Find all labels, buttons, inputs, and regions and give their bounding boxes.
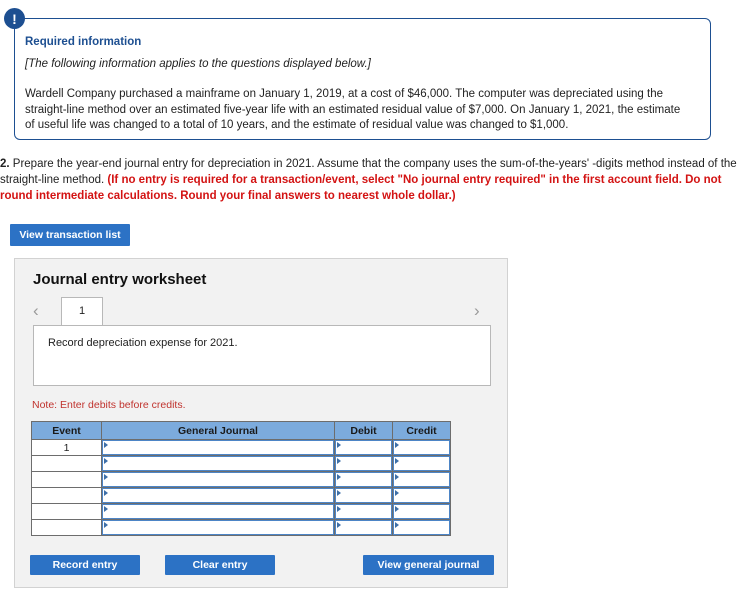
debit-input[interactable] <box>335 472 392 487</box>
chevron-right-icon[interactable]: › <box>474 301 480 321</box>
clear-entry-button[interactable]: Clear entry <box>165 555 275 575</box>
question-emphasis: (If no entry is required for a transacti… <box>0 174 722 202</box>
debit-input[interactable] <box>335 440 392 455</box>
credit-input-cell <box>392 503 451 520</box>
record-entry-button[interactable]: Record entry <box>30 555 140 575</box>
column-header-event: Event <box>31 421 102 440</box>
event-cell: 1 <box>31 439 102 456</box>
credit-input-cell <box>392 487 451 504</box>
debit-input[interactable] <box>335 456 392 471</box>
required-information-subtitle: [The following information applies to th… <box>25 58 371 70</box>
column-header-credit: Credit <box>392 421 451 440</box>
view-general-journal-button[interactable]: View general journal <box>363 555 494 575</box>
debit-input-cell <box>334 487 393 504</box>
credit-input[interactable] <box>393 456 450 471</box>
credit-input[interactable] <box>393 440 450 455</box>
debits-before-credits-note: Note: Enter debits before credits. <box>32 399 186 411</box>
credit-input-cell <box>392 519 451 536</box>
required-information-callout: ! Required information [The following in… <box>0 8 723 143</box>
debit-input[interactable] <box>335 520 392 535</box>
general-journal-input-cell <box>101 439 335 456</box>
required-information-title: Required information <box>25 36 142 48</box>
journal-entry-worksheet-panel: Journal entry worksheet ‹ 1 › Record dep… <box>14 258 508 588</box>
column-header-general-journal: General Journal <box>101 421 335 440</box>
table-row <box>31 503 451 520</box>
general-journal-input[interactable] <box>102 488 334 503</box>
credit-input[interactable] <box>393 472 450 487</box>
debit-input-cell <box>334 439 393 456</box>
exclamation-icon: ! <box>4 8 25 29</box>
debit-input-cell <box>334 503 393 520</box>
event-cell <box>31 471 102 488</box>
general-journal-input[interactable] <box>102 440 334 455</box>
table-row <box>31 487 451 504</box>
credit-input-cell <box>392 455 451 472</box>
question-text: 2. Prepare the year-end journal entry fo… <box>0 156 738 204</box>
table-row: 1 <box>31 439 451 456</box>
worksheet-tabs-row: ‹ 1 › <box>15 297 509 325</box>
general-journal-input-cell <box>101 519 335 536</box>
general-journal-input[interactable] <box>102 456 334 471</box>
table-row <box>31 455 451 472</box>
general-journal-input-cell <box>101 503 335 520</box>
credit-input-cell <box>392 471 451 488</box>
worksheet-title: Journal entry worksheet <box>33 271 207 288</box>
debit-input[interactable] <box>335 488 392 503</box>
general-journal-input-cell <box>101 455 335 472</box>
table-header-row: Event General Journal Debit Credit <box>31 421 451 440</box>
worksheet-description-box: Record depreciation expense for 2021. <box>33 325 491 386</box>
general-journal-input[interactable] <box>102 504 334 519</box>
event-cell <box>31 455 102 472</box>
credit-input[interactable] <box>393 488 450 503</box>
general-journal-input[interactable] <box>102 472 334 487</box>
general-journal-input-cell <box>101 487 335 504</box>
event-cell <box>31 503 102 520</box>
table-row <box>31 471 451 488</box>
debit-input-cell <box>334 455 393 472</box>
event-cell <box>31 519 102 536</box>
required-information-body: Wardell Company purchased a mainframe on… <box>25 88 681 131</box>
credit-input[interactable] <box>393 520 450 535</box>
exclamation-glyph: ! <box>12 10 17 27</box>
credit-input[interactable] <box>393 504 450 519</box>
event-cell <box>31 487 102 504</box>
column-header-debit: Debit <box>334 421 393 440</box>
worksheet-description-text: Record depreciation expense for 2021. <box>48 337 238 349</box>
debit-input[interactable] <box>335 504 392 519</box>
view-transaction-list-button[interactable]: View transaction list <box>10 224 130 246</box>
question-number: 2. <box>0 158 10 170</box>
debit-input-cell <box>334 471 393 488</box>
worksheet-tab-1[interactable]: 1 <box>61 297 103 325</box>
journal-entry-table: Event General Journal Debit Credit 1 <box>31 421 451 536</box>
debit-input-cell <box>334 519 393 536</box>
general-journal-input[interactable] <box>102 520 334 535</box>
credit-input-cell <box>392 439 451 456</box>
general-journal-input-cell <box>101 471 335 488</box>
chevron-left-icon[interactable]: ‹ <box>33 301 39 321</box>
table-row <box>31 519 451 536</box>
